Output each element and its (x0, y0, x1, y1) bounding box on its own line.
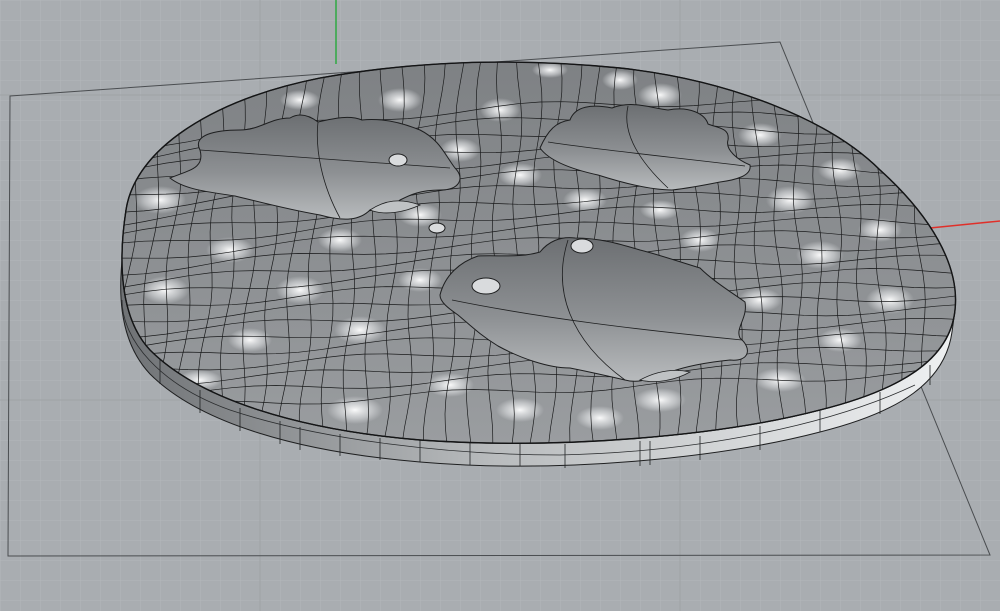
surface-hole[interactable] (428, 222, 446, 234)
perspective-viewport[interactable] (0, 0, 1000, 611)
viewport-canvas[interactable] (0, 0, 1000, 611)
mounting-hole[interactable] (570, 238, 594, 254)
mounting-hole[interactable] (471, 277, 501, 295)
mounting-hole[interactable] (388, 153, 408, 167)
